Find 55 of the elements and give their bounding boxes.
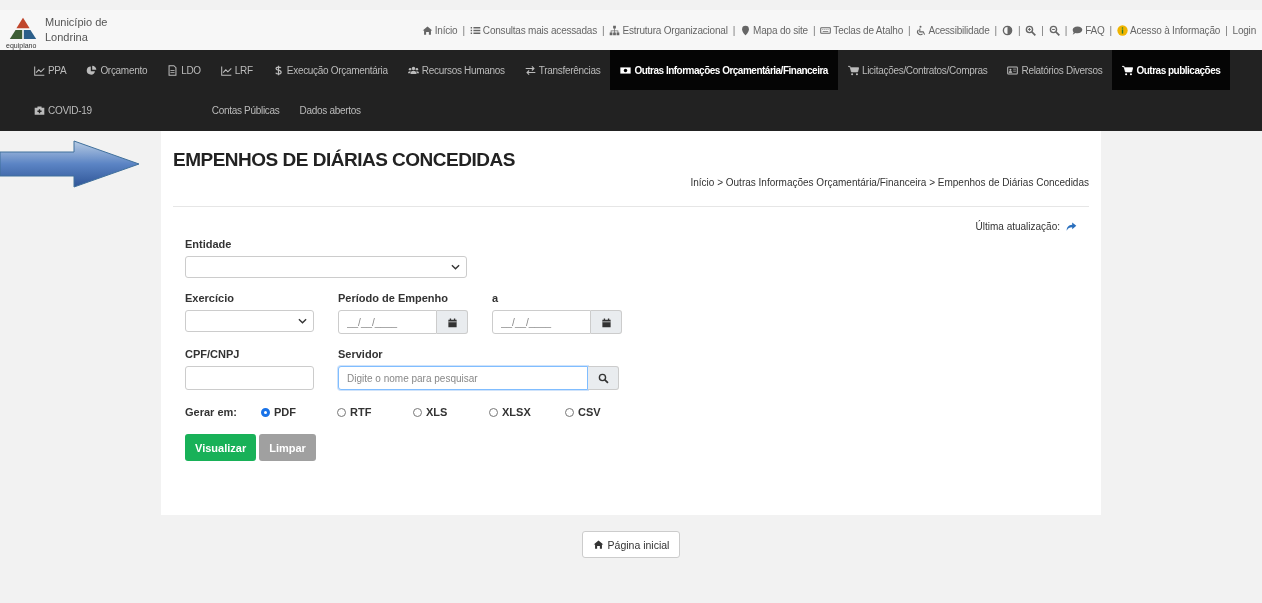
format-radio[interactable]: XLSX <box>489 406 565 418</box>
separator: | <box>462 24 465 36</box>
menu-tab[interactable]: Outras publicações <box>1112 50 1231 90</box>
format-radio[interactable]: CSV <box>565 406 641 418</box>
header-link[interactable]: Estrutura Organizacional <box>609 24 728 36</box>
page-title: EMPENHOS DE DIÁRIAS CONCEDIDAS <box>173 149 516 171</box>
header-link[interactable]: Mapa do site <box>740 24 808 36</box>
header-link[interactable]: Consultas mais acessadas <box>469 24 597 36</box>
field-label: a <box>492 292 500 304</box>
menu-tab[interactable]: Contas Públicas <box>201 90 290 130</box>
field-label: Exercício <box>185 292 235 304</box>
menu-tab[interactable]: LRF <box>210 50 263 90</box>
last-update-label: Última atualização: <box>975 221 1060 232</box>
date-field[interactable]: __/__/____ <box>492 310 591 334</box>
menu-tab[interactable]: Recursos Humanos <box>397 50 515 90</box>
menu-tab[interactable]: COVID-19 <box>24 90 102 130</box>
home-page-button[interactable]: Página inicial <box>581 531 681 558</box>
separator: | <box>994 24 997 36</box>
menu-tab[interactable]: Execução Orçamentária <box>262 50 398 90</box>
field-label: CPF/CNPJ <box>185 348 241 360</box>
header-link[interactable]: FAQ <box>1072 24 1105 36</box>
field-label: Período de Empenho <box>338 292 449 304</box>
org-name: Londrina <box>45 30 89 45</box>
separator: | <box>1017 24 1021 36</box>
date-field[interactable]: __/__/____ <box>338 310 437 334</box>
separator: | <box>1041 24 1044 36</box>
separator: | <box>908 24 911 36</box>
separator: | <box>812 24 816 36</box>
menu-tab[interactable]: Outras Informações Orçamentária/Financeira <box>610 50 838 90</box>
header-link[interactable]: Acesso à Informação <box>1117 24 1221 36</box>
separator: | <box>1225 24 1228 36</box>
header-link[interactable]: Acessibilidade <box>915 24 990 36</box>
org-name: Município de <box>45 15 108 30</box>
header-link[interactable]: Teclas de Atalho <box>820 24 903 36</box>
separator: | <box>732 24 736 36</box>
format-radio[interactable]: PDF <box>261 406 337 418</box>
separator: | <box>602 24 605 36</box>
menu-tab[interactable]: PPA <box>24 50 77 90</box>
separator: | <box>1109 24 1112 36</box>
header-link[interactable]: Login <box>1232 24 1256 36</box>
menu-tab[interactable]: Relatórios Diversos <box>997 50 1113 90</box>
breadcrumb: Início > Outras Informações Orçamentária/Financeira > Empenhos de Diárias Concedidas <box>690 177 1089 188</box>
search-field[interactable]: Digite o nome para pesquisar <box>338 366 588 390</box>
field-label: Gerar em: <box>185 406 238 418</box>
field-label: Servidor <box>338 348 384 360</box>
format-radio[interactable]: XLS <box>413 406 489 418</box>
menu-tab[interactable]: LDO <box>157 50 211 90</box>
field-label: Entidade <box>185 238 233 250</box>
menu-tab[interactable]: Orçamento <box>76 50 158 90</box>
header-link[interactable]: Início <box>421 24 458 36</box>
menu-tab[interactable]: Transferências <box>514 50 611 90</box>
separator: | <box>1064 24 1068 36</box>
menu-tab[interactable]: Dados abertos <box>289 90 371 130</box>
menu-tab[interactable]: Licitações/Contratos/Compras <box>837 50 998 90</box>
format-radio[interactable]: RTF <box>337 406 413 418</box>
